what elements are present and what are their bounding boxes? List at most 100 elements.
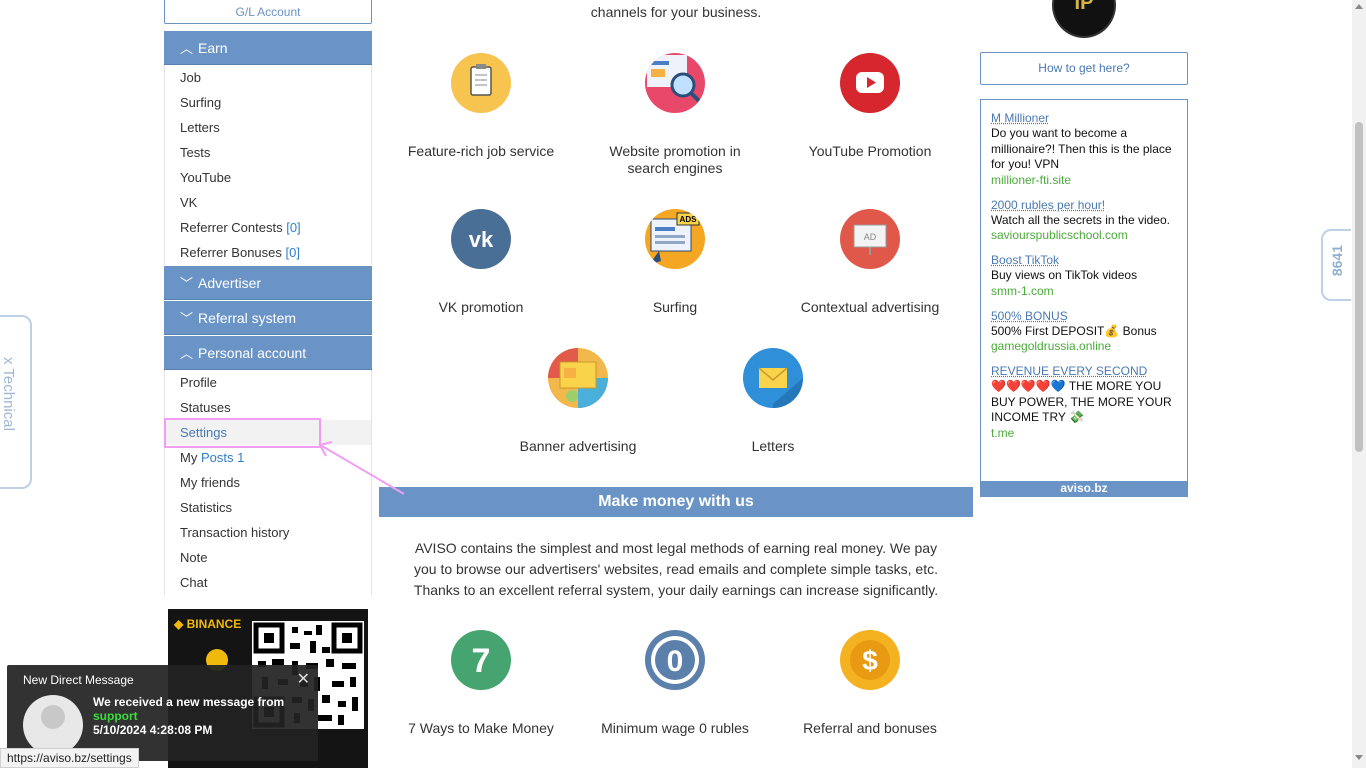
envelope-icon: [743, 348, 803, 408]
menu-item-chat[interactable]: Chat: [165, 570, 371, 595]
ad-title[interactable]: M Millioner: [991, 110, 1177, 126]
feature-referral-bonuses: $ Referral and bonuses: [790, 630, 950, 737]
service-youtube[interactable]: YouTube Promotion: [790, 53, 950, 160]
menu-item-youtube[interactable]: YouTube: [165, 165, 371, 190]
menu-item-referrer-bonuses[interactable]: Referrer Bonuses [0]: [165, 240, 371, 265]
settings-highlight-box: [164, 418, 321, 448]
section-referral-system[interactable]: ﹀ Referral system: [164, 301, 372, 335]
scroll-up-arrow-icon[interactable]: [1355, 4, 1363, 9]
close-icon[interactable]: ✕: [297, 669, 310, 689]
chevron-up-icon: ︿: [180, 346, 194, 361]
section-referral-label: Referral system: [198, 310, 297, 326]
notification-timestamp: 5/10/2024 4:28:08 PM: [93, 723, 213, 737]
section-personal-label: Personal account: [198, 345, 307, 361]
ad-url: gamegoldrussia.online: [991, 339, 1112, 353]
menu-item-statistics[interactable]: Statistics: [165, 495, 371, 520]
ad-url: millioner-fti.site: [991, 172, 1072, 187]
technical-tab-label: x Technical: [0, 357, 17, 431]
ad-board-icon: AD: [840, 209, 900, 269]
ad-block: M Millioner Do you want to become a mill…: [980, 99, 1188, 497]
svg-text:AD: AD: [864, 232, 877, 242]
my-posts-link[interactable]: Posts 1: [201, 450, 244, 465]
service-label: Banner advertising: [519, 438, 637, 454]
menu-item-statuses[interactable]: Statuses: [165, 395, 371, 420]
personal-menu: Profile Statuses Settings My Posts 1 My …: [164, 370, 372, 595]
ad-desc: Do you want to become a millionaire?! Th…: [991, 126, 1172, 171]
my-posts-prefix: My: [180, 450, 198, 465]
section-earn[interactable]: ︿ Earn: [164, 31, 372, 65]
service-letters[interactable]: Letters: [693, 348, 853, 455]
seo-magnifier-icon: [645, 53, 705, 113]
service-contextual[interactable]: AD Contextual advertising: [790, 209, 950, 316]
ad-url: t.me: [991, 425, 1015, 440]
ad-item[interactable]: Boost TikTok Buy views on TikTok videos …: [991, 252, 1177, 299]
banner-icon: [548, 348, 608, 408]
service-label: Contextual advertising: [800, 299, 940, 315]
referrer-bonuses-count: [0]: [285, 245, 300, 260]
clipboard-icon: [451, 53, 511, 113]
ad-item[interactable]: 2000 rubles per hour! Watch all the secr…: [991, 197, 1177, 244]
service-label: Letters: [751, 438, 795, 454]
svg-text:0: 0: [667, 645, 684, 678]
online-counter-tab[interactable]: 8641: [1321, 229, 1351, 301]
menu-item-tests[interactable]: Tests: [165, 140, 371, 165]
feature-label: Referral and bonuses: [803, 720, 937, 736]
gl-account-button[interactable]: G/L Account: [164, 0, 372, 24]
ad-item[interactable]: REVENUE EVERY SECOND ❤️❤️❤️❤️💙 THE MORE …: [991, 363, 1177, 441]
section-personal-account[interactable]: ︿ Personal account: [164, 336, 372, 370]
service-vk[interactable]: vk VK promotion: [401, 209, 561, 316]
ad-title[interactable]: REVENUE EVERY SECOND: [991, 363, 1177, 379]
menu-item-note[interactable]: Note: [165, 545, 371, 570]
menu-item-referrer-contests[interactable]: Referrer Contests [0]: [165, 215, 371, 240]
service-label: VK promotion: [438, 299, 524, 315]
menu-item-letters[interactable]: Letters: [165, 115, 371, 140]
svg-text:7: 7: [472, 642, 491, 680]
feature-seven-ways: 7 7 Ways to Make Money: [401, 630, 561, 737]
section-advertiser[interactable]: ﹀ Advertiser: [164, 266, 372, 300]
menu-item-vk[interactable]: VK: [165, 190, 371, 215]
service-label: YouTube Promotion: [808, 143, 932, 159]
ad-desc: 500% First DEPOSIT💰 Bonus: [991, 323, 1157, 338]
make-money-heading: Make money with us: [379, 487, 973, 517]
technical-side-tab[interactable]: x Technical: [0, 315, 32, 489]
service-job[interactable]: Feature-rich job service: [401, 53, 561, 160]
service-seo[interactable]: Website promotion in search engines: [595, 53, 755, 177]
svg-text:vk: vk: [469, 227, 494, 252]
ip-group-logo[interactable]: IP: [1052, 0, 1116, 38]
status-bar-url: https://aviso.bz/settings: [0, 748, 139, 768]
intro-text: channels for your business.: [590, 4, 762, 20]
menu-item-transaction-history[interactable]: Transaction history: [165, 520, 371, 545]
ad-item[interactable]: M Millioner Do you want to become a mill…: [991, 110, 1177, 188]
service-label: Surfing: [652, 299, 698, 315]
service-banner[interactable]: Banner advertising: [498, 348, 658, 455]
service-surfing[interactable]: ADS Surfing: [595, 209, 755, 316]
scrollbar-thumb[interactable]: [1355, 122, 1363, 452]
menu-item-my-posts[interactable]: My Posts 1: [165, 445, 371, 470]
menu-item-profile[interactable]: Profile: [165, 370, 371, 395]
ad-item[interactable]: 500% BONUS 500% First DEPOSIT💰 Bonus gam…: [991, 308, 1177, 355]
chevron-down-icon: ﹀: [180, 276, 194, 291]
avatar: [23, 695, 83, 755]
referrer-bonuses-label: Referrer Bonuses: [180, 245, 282, 260]
ad-desc: Buy views on TikTok videos: [991, 268, 1138, 282]
notification-sender: support: [93, 709, 138, 723]
ads-browser-icon: ADS: [645, 209, 705, 269]
ad-url: smm-1.com: [991, 283, 1054, 298]
menu-item-my-friends[interactable]: My friends: [165, 470, 371, 495]
feature-label: 7 Ways to Make Money: [408, 720, 554, 736]
counter-value: 8641: [1329, 245, 1345, 277]
page-scrollbar[interactable]: [1352, 0, 1366, 768]
ad-title[interactable]: 500% BONUS: [991, 308, 1177, 324]
feature-minimum-wage: 0 Minimum wage 0 rubles: [595, 630, 755, 737]
service-label: Website promotion in search engines: [609, 143, 741, 176]
direct-message-notification[interactable]: New Direct Message ✕ We received a new m…: [7, 665, 318, 761]
ad-title[interactable]: Boost TikTok: [991, 252, 1177, 268]
scroll-down-arrow-icon[interactable]: [1355, 755, 1363, 760]
menu-item-job[interactable]: Job: [165, 65, 371, 90]
how-to-get-here-button[interactable]: How to get here?: [980, 52, 1188, 85]
binance-logo: ◆ BINANCE: [174, 617, 242, 631]
chevron-down-icon: ﹀: [180, 311, 194, 326]
menu-item-surfing[interactable]: Surfing: [165, 90, 371, 115]
ad-title[interactable]: 2000 rubles per hour!: [991, 197, 1177, 213]
ad-block-footer[interactable]: aviso.bz: [981, 481, 1187, 496]
